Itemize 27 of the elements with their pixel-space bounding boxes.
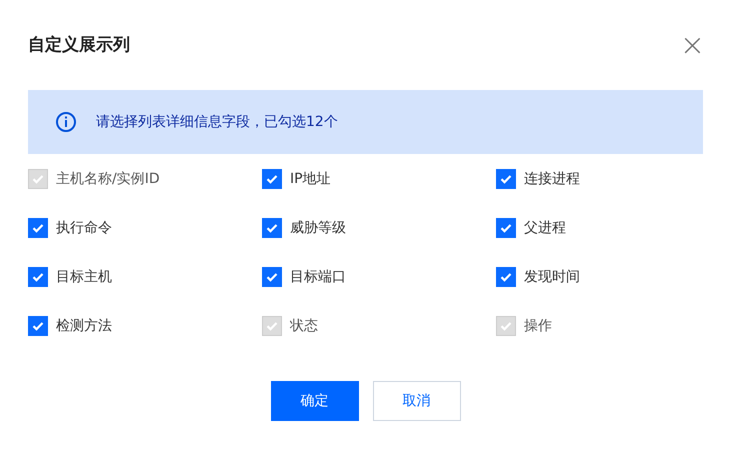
checkbox[interactable]: [496, 267, 516, 287]
checkbox[interactable]: [28, 316, 48, 336]
cancel-button[interactable]: 取消: [372, 381, 460, 421]
checkbox[interactable]: [28, 267, 48, 287]
checkbox-label: 目标主机: [56, 268, 112, 286]
checkbox-label: 主机名称/实例ID: [56, 170, 160, 188]
confirm-button[interactable]: 确定: [270, 381, 358, 421]
checkbox-label: 检测方法: [56, 317, 112, 335]
dialog-title: 自定义展示列: [28, 34, 130, 56]
checkbox[interactable]: [262, 169, 282, 189]
checkbox-label: 威胁等级: [290, 219, 346, 237]
checkbox-label: 发现时间: [524, 268, 580, 286]
checkbox[interactable]: [262, 267, 282, 287]
checkbox[interactable]: [262, 218, 282, 238]
checkbox-label: 父进程: [524, 219, 566, 237]
checkbox-label: 连接进程: [524, 170, 580, 188]
checkbox-label: 状态: [290, 317, 318, 335]
info-text: 请选择列表详细信息字段，已勾选12个: [96, 113, 338, 131]
checkbox-label: 执行命令: [56, 219, 112, 237]
checkbox-label: 操作: [524, 317, 552, 335]
checkbox-label: IP地址: [290, 170, 331, 188]
checkbox[interactable]: [28, 218, 48, 238]
info-icon: [55, 111, 77, 133]
close-button[interactable]: ×: [680, 31, 705, 61]
checkbox[interactable]: [496, 169, 516, 189]
checkbox[interactable]: [496, 218, 516, 238]
checkbox-label: 目标端口: [290, 268, 346, 286]
